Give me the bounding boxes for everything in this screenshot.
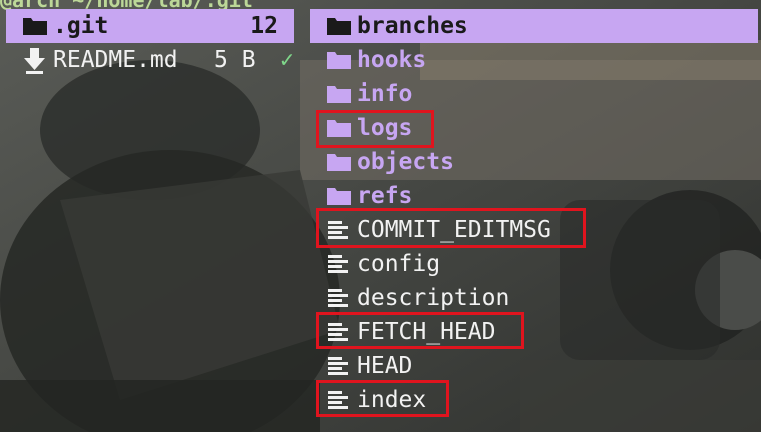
text-file-icon <box>324 247 354 281</box>
entry-name: objects <box>357 149 454 175</box>
entry-info[interactable]: info <box>310 77 758 111</box>
text-file-icon <box>324 383 354 417</box>
git-status-check-icon: ✓ <box>280 47 294 73</box>
entry-logs[interactable]: logs <box>310 111 758 145</box>
folder-icon <box>324 179 354 213</box>
entry-name: FETCH_HEAD <box>357 319 496 345</box>
entry-name: branches <box>357 13 468 39</box>
text-file-icon <box>324 349 354 383</box>
parent-dir-name: .git <box>53 13 109 39</box>
current-pane: branches hooks info logs objects refs CO… <box>310 9 758 417</box>
entry-name: info <box>357 81 413 107</box>
entry-description[interactable]: description <box>310 281 758 315</box>
entry-commit-editmsg[interactable]: COMMIT_EDITMSG <box>310 213 758 247</box>
folder-icon <box>324 9 354 43</box>
entry-objects[interactable]: objects <box>310 145 758 179</box>
folder-icon <box>20 9 50 43</box>
entry-name: refs <box>357 183 413 209</box>
entry-name: COMMIT_EDITMSG <box>357 217 551 243</box>
entry-index[interactable]: index <box>310 383 758 417</box>
item-count: 12 <box>250 13 278 39</box>
entry-name: index <box>357 387 427 413</box>
entry-name: logs <box>357 115 413 141</box>
entry-name: description <box>357 285 510 311</box>
parent-dir-entry[interactable]: .git 12 <box>6 9 294 43</box>
entry-name: HEAD <box>357 353 413 379</box>
parent-file-entry[interactable]: README.md 5 B ✓ <box>6 43 294 77</box>
folder-icon <box>324 111 354 145</box>
entry-head[interactable]: HEAD <box>310 349 758 383</box>
text-file-icon <box>324 315 354 349</box>
entry-fetch-head[interactable]: FETCH_HEAD <box>310 315 758 349</box>
folder-icon <box>324 43 354 77</box>
text-file-icon <box>324 213 354 247</box>
file-size: 5 B <box>214 47 256 73</box>
folder-icon <box>324 145 354 179</box>
entry-name: config <box>357 251 441 277</box>
entry-hooks[interactable]: hooks <box>310 43 758 77</box>
entry-refs[interactable]: refs <box>310 179 758 213</box>
download-arrow-icon <box>20 43 50 77</box>
entry-branches[interactable]: branches <box>310 9 758 43</box>
entry-name: hooks <box>357 47 427 73</box>
folder-icon <box>324 77 354 111</box>
parent-pane: .git 12 README.md 5 B ✓ <box>6 9 294 77</box>
file-name: README.md <box>53 47 178 73</box>
text-file-icon <box>324 281 354 315</box>
entry-config[interactable]: config <box>310 247 758 281</box>
